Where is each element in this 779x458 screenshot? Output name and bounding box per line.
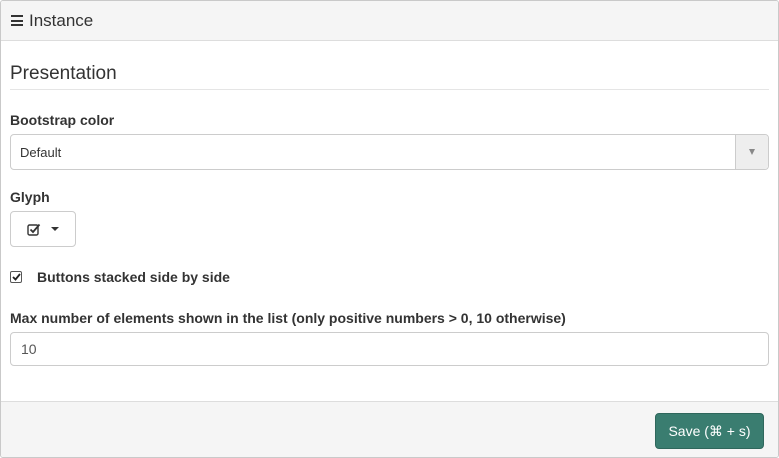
glyph-group: Glyph [10,189,769,247]
caret-down-icon [51,227,59,231]
section-title: Presentation [10,63,769,90]
stacked-checkbox-label[interactable]: Buttons stacked side by side [37,269,230,285]
hamburger-icon [11,15,23,26]
panel-title: Instance [29,10,94,30]
bootstrap-color-label: Bootstrap color [10,112,115,128]
panel-body: Presentation Bootstrap color Default Gly… [1,63,778,366]
select-arrow[interactable] [735,135,768,169]
glyph-label: Glyph [10,189,50,205]
max-elements-input[interactable] [10,332,769,366]
stacked-checkbox[interactable] [10,271,22,283]
bootstrap-color-select[interactable]: Default [10,134,769,170]
bootstrap-color-group: Bootstrap color Default [10,112,769,170]
checkmark-icon [11,273,21,281]
save-button[interactable]: Save (⌘ + s) [655,413,764,449]
instance-panel: Instance Presentation Bootstrap color De… [0,0,779,458]
triangle-down-icon [749,149,755,155]
max-elements-label: Max number of elements shown in the list… [10,310,566,326]
stacked-checkbox-row: Buttons stacked side by side [10,269,769,285]
bootstrap-color-value: Default [20,144,62,160]
glyph-dropdown-button[interactable] [10,211,76,247]
max-elements-group: Max number of elements shown in the list… [10,310,769,366]
panel-heading: Instance [1,1,778,41]
check-square-icon [27,223,41,236]
panel-footer: Save (⌘ + s) [1,401,778,457]
